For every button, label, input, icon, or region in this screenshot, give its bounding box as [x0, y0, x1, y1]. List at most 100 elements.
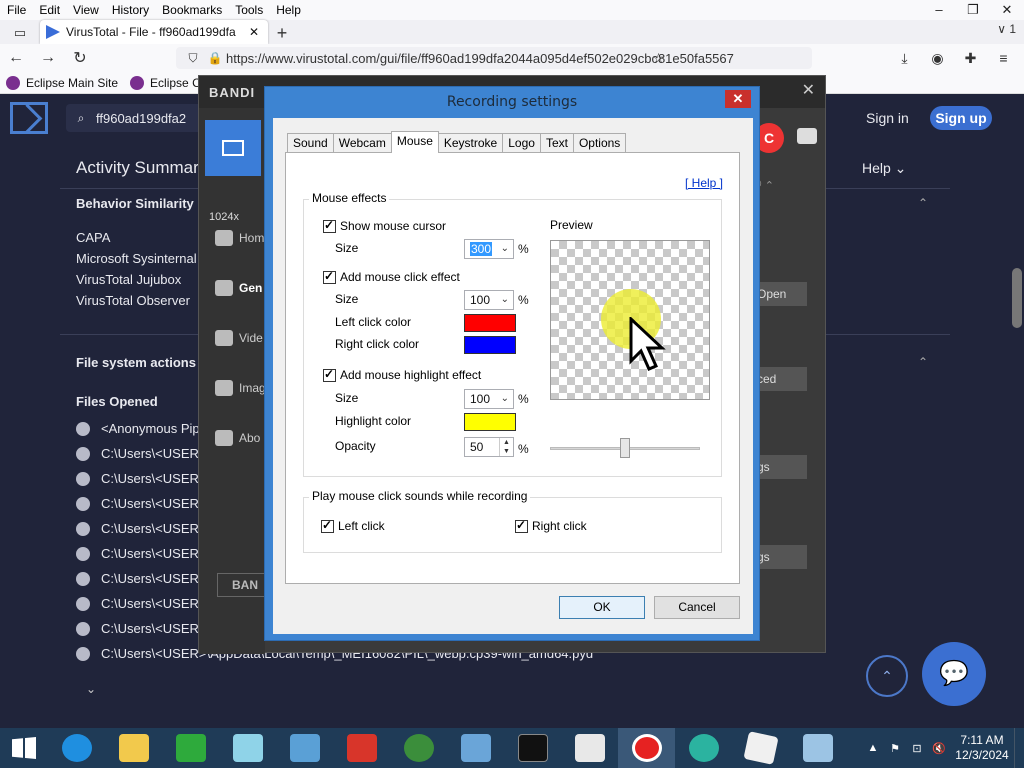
- scroll-top-button[interactable]: ⌃: [866, 655, 908, 697]
- bookmark-star-icon[interactable]: ☆: [642, 50, 675, 67]
- url-bar[interactable]: ⛉ 🔒 https://www.virustotal.com/gui/file/…: [176, 47, 812, 69]
- file-path[interactable]: C:\Users\<USER>: [101, 496, 206, 511]
- highlight-size-select[interactable]: 100 ⌄: [464, 389, 514, 409]
- bookmark-eclipse-main[interactable]: Eclipse Main Site: [0, 75, 124, 90]
- sandbox-item[interactable]: Microsoft Sysinternal: [76, 251, 197, 266]
- nav-about[interactable]: Abo: [215, 430, 260, 446]
- screen-mode-button[interactable]: [205, 120, 261, 176]
- taskbar-ie[interactable]: [48, 728, 105, 768]
- chat-button[interactable]: 💬: [922, 642, 986, 706]
- lock-icon[interactable]: 🔒: [204, 51, 226, 65]
- taskbar-perf[interactable]: [789, 728, 846, 768]
- account-icon[interactable]: ◉: [921, 50, 954, 67]
- taskbar-photos[interactable]: [276, 728, 333, 768]
- right-click-checkbox[interactable]: [515, 518, 528, 533]
- cursor-size-select[interactable]: 300 ⌄: [464, 239, 514, 259]
- menu-edit[interactable]: Edit: [32, 3, 66, 17]
- taskbar-box[interactable]: [333, 728, 390, 768]
- network-icon[interactable]: ⊡: [906, 742, 928, 755]
- collapse-icon[interactable]: ⌃: [918, 355, 928, 369]
- opacity-spinner[interactable]: 50 ▲ ▼: [464, 437, 514, 457]
- tab-close-icon[interactable]: ✕: [246, 25, 262, 39]
- file-path[interactable]: C:\Users\<USER>: [101, 471, 206, 486]
- back-icon[interactable]: ←: [0, 49, 32, 67]
- extensions-icon[interactable]: ✚: [954, 50, 987, 67]
- virustotal-logo-icon[interactable]: [10, 102, 48, 134]
- nav-image[interactable]: Imag: [215, 380, 266, 396]
- start-button[interactable]: [0, 728, 48, 768]
- reload-icon[interactable]: ↻: [64, 48, 96, 68]
- tab-webcam[interactable]: Webcam: [332, 133, 392, 153]
- restore-icon[interactable]: ❐: [956, 0, 990, 20]
- file-path[interactable]: C:\Users\<USER>: [101, 546, 206, 561]
- sign-in-link[interactable]: Sign in: [866, 110, 909, 126]
- collapse-icon[interactable]: ⌃: [918, 196, 928, 210]
- minimize-icon[interactable]: –: [922, 0, 956, 20]
- chevron-down-icon[interactable]: ⌄: [86, 682, 96, 696]
- taskbar-snake[interactable]: [675, 728, 732, 768]
- nav-video[interactable]: Vide: [215, 330, 263, 346]
- sandbox-item[interactable]: VirusTotal Observer: [76, 293, 190, 308]
- forward-icon[interactable]: →: [32, 49, 64, 67]
- dialog-close-button[interactable]: ✕: [725, 90, 751, 108]
- show-desktop-button[interactable]: [1014, 728, 1024, 768]
- file-path[interactable]: C:\Users\<USER>: [101, 596, 206, 611]
- left-click-sound-option[interactable]: Left click: [321, 518, 385, 533]
- file-path[interactable]: C:\Users\<USER>: [101, 621, 206, 636]
- file-path[interactable]: C:\Users\<USER>: [101, 571, 206, 586]
- menu-bookmarks[interactable]: Bookmarks: [155, 3, 228, 17]
- tray-expand-icon[interactable]: ▲: [862, 742, 884, 754]
- tab-overflow[interactable]: ∨ 1: [997, 22, 1016, 36]
- show-cursor-checkbox[interactable]: [323, 218, 336, 233]
- flag-icon[interactable]: ⚑: [884, 742, 906, 755]
- camera-icon[interactable]: [797, 128, 817, 144]
- file-path[interactable]: <Anonymous Pip: [101, 421, 200, 436]
- menu-tools[interactable]: Tools: [228, 3, 269, 17]
- click-size-select[interactable]: 100 ⌄: [464, 290, 514, 310]
- left-click-checkbox[interactable]: [321, 518, 334, 533]
- show-cursor-option[interactable]: Show mouse cursor: [323, 218, 446, 233]
- ok-button[interactable]: OK: [559, 596, 645, 619]
- tab-options[interactable]: Options: [572, 133, 627, 153]
- tab-sound[interactable]: Sound: [287, 133, 334, 153]
- collapse-icon[interactable]: ⁾ ⌃: [759, 179, 774, 192]
- tab-list-icon[interactable]: ▭: [0, 22, 40, 44]
- bandicam-close-icon[interactable]: ✕: [802, 80, 815, 100]
- menu-help[interactable]: Help: [269, 3, 307, 17]
- click-effect-option[interactable]: Add mouse click effect: [323, 269, 460, 284]
- left-click-color-swatch[interactable]: [464, 314, 516, 332]
- file-path[interactable]: C:\Users\<USER>: [101, 446, 206, 461]
- tab-text[interactable]: Text: [539, 133, 574, 153]
- tab-logo[interactable]: Logo: [502, 133, 541, 153]
- new-tab-icon[interactable]: +: [268, 22, 296, 44]
- help-dropdown[interactable]: Help ⌄: [862, 160, 906, 177]
- nav-home[interactable]: Hom: [215, 230, 264, 246]
- shield-icon[interactable]: ⛉: [182, 51, 204, 66]
- help-link[interactable]: [ Help ]: [685, 176, 723, 190]
- taskbar-explorer[interactable]: [105, 728, 162, 768]
- scrollbar-thumb[interactable]: [1012, 268, 1022, 328]
- sandbox-item[interactable]: VirusTotal Jujubox: [76, 272, 181, 287]
- right-click-color-swatch[interactable]: [464, 336, 516, 354]
- hamburger-menu-icon[interactable]: ≡: [987, 50, 1020, 66]
- highlight-effect-checkbox[interactable]: [323, 367, 336, 382]
- tab-virustotal[interactable]: VirusTotal - File - ff960ad199dfa ✕: [40, 20, 268, 44]
- file-path[interactable]: C:\Users\<USER>: [101, 521, 206, 536]
- close-icon[interactable]: ✕: [990, 0, 1024, 20]
- sandbox-item[interactable]: CAPA: [76, 230, 110, 245]
- tab-keystroke[interactable]: Keystroke: [437, 133, 504, 153]
- click-effect-checkbox[interactable]: [323, 269, 336, 284]
- taskbar-notepad[interactable]: [219, 728, 276, 768]
- tab-mouse[interactable]: Mouse: [390, 131, 439, 153]
- sign-up-button[interactable]: Sign up: [930, 106, 992, 130]
- volume-muted-icon[interactable]: 🔇: [928, 742, 950, 755]
- clock[interactable]: 7:11 AM 12/3/2024: [950, 733, 1014, 763]
- taskbar-download[interactable]: [390, 728, 447, 768]
- taskbar-store[interactable]: [162, 728, 219, 768]
- spinner-arrows-icon[interactable]: ▲ ▼: [499, 438, 513, 456]
- taskbar-cmd[interactable]: [504, 728, 561, 768]
- taskbar-control[interactable]: [447, 728, 504, 768]
- highlight-color-swatch[interactable]: [464, 413, 516, 431]
- taskbar-bandicam[interactable]: [618, 728, 675, 768]
- menu-history[interactable]: History: [105, 3, 155, 17]
